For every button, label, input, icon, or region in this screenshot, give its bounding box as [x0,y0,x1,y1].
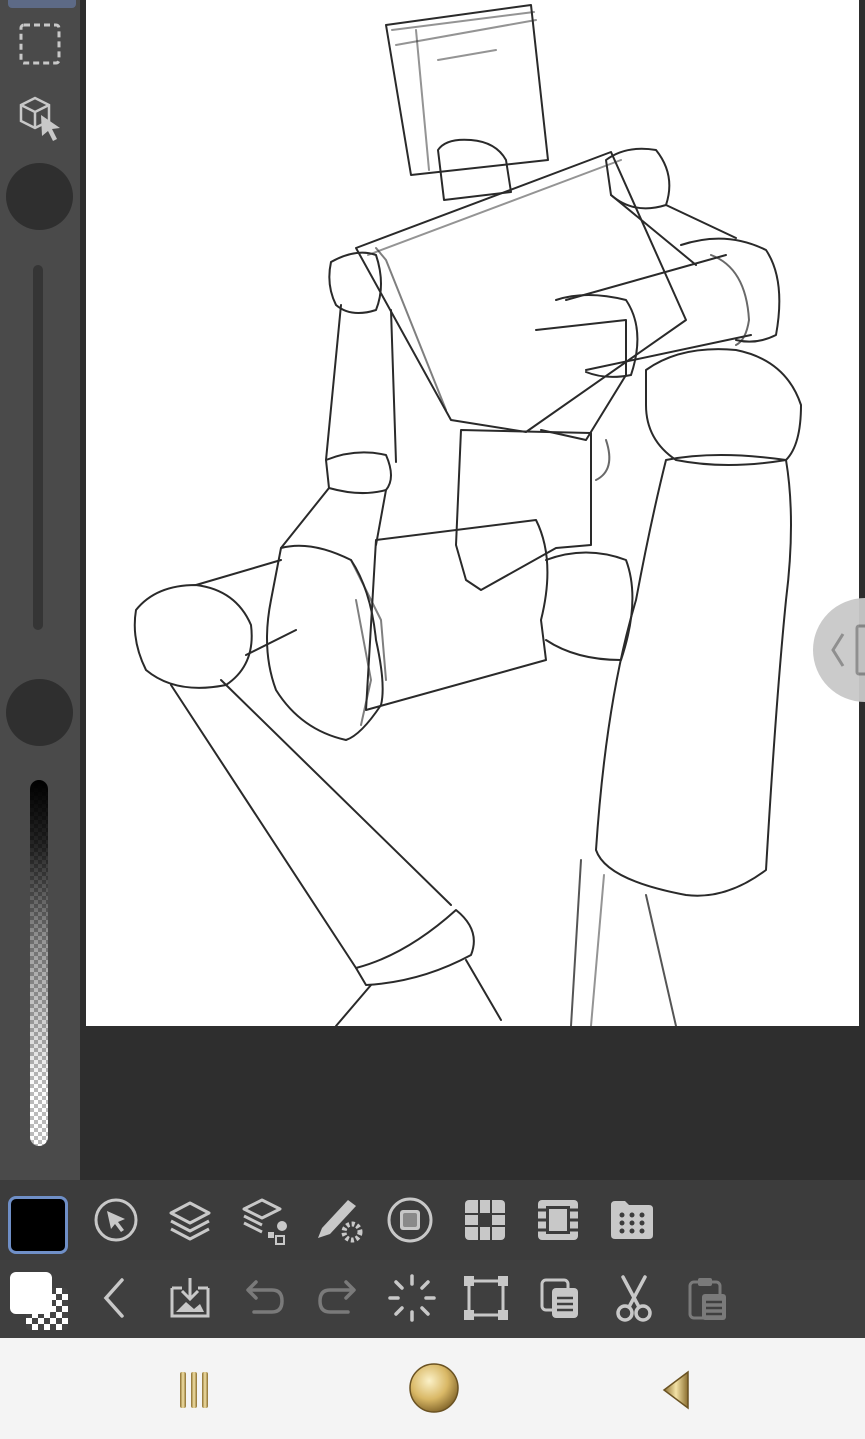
recent-apps-icon [180,1372,208,1408]
scissors-icon [616,1275,652,1322]
sub-color-swatch[interactable] [8,1270,70,1332]
canvas-area[interactable] [80,0,865,1180]
paste-clipboard-icon [688,1278,726,1320]
material-button[interactable] [602,1190,662,1250]
save-button[interactable] [160,1268,220,1328]
pen-gear-icon [318,1200,363,1243]
chevron-left-icon [831,624,865,676]
opacity-knob[interactable] [6,679,73,746]
home-icon [409,1363,459,1413]
loading-spinner-icon [388,1274,436,1322]
back-triangle-icon [662,1370,689,1410]
sub-tool-button[interactable] [86,1190,146,1250]
brush-size-slider[interactable] [33,265,43,630]
layers-icon [169,1201,211,1241]
redo-icon [318,1280,356,1314]
undo-button[interactable] [234,1268,294,1328]
layer-button[interactable] [160,1190,220,1250]
copy-button[interactable] [530,1268,590,1328]
brush-size-knob[interactable] [6,163,73,230]
redo-button[interactable] [308,1268,368,1328]
back-button[interactable] [86,1268,146,1328]
save-image-icon [170,1278,210,1318]
animation-button[interactable] [528,1190,588,1250]
recent-apps-button[interactable] [164,1360,224,1420]
transform-button[interactable] [456,1268,516,1328]
grid-tiles-icon [465,1200,505,1240]
transform-icon [464,1276,508,1320]
system-back-button[interactable] [646,1360,706,1420]
folder-dots-icon [611,1201,653,1239]
copy-icon [540,1278,578,1318]
film-icon [538,1200,578,1240]
subtool-cursor-icon [94,1198,138,1242]
dashed-rect-icon [19,23,61,65]
system-navbar [0,1338,865,1439]
layer-property-button[interactable] [236,1190,296,1250]
color-set-button[interactable] [380,1190,440,1250]
object-tool-button[interactable] [8,86,72,150]
cut-button[interactable] [604,1268,664,1328]
drawing-canvas[interactable] [86,0,859,1026]
opacity-slider[interactable] [30,780,48,1146]
tool-property-button[interactable] [310,1190,370,1250]
cube-cursor-icon [19,96,60,141]
color-circle-icon [387,1197,433,1243]
navigator-button[interactable] [455,1190,515,1250]
sketch-figure [133,4,802,1026]
selection-button[interactable] [382,1268,442,1328]
undo-icon [246,1280,284,1314]
color-swap-icon [10,1272,68,1330]
home-button[interactable] [404,1358,464,1418]
left-toolbar [0,0,80,1180]
layer-property-icon [242,1198,287,1245]
palette-toggle-handle[interactable] [813,598,865,702]
selection-tool-button[interactable] [8,12,72,76]
chevron-left-icon [103,1278,124,1318]
main-color-swatch[interactable] [8,1196,68,1254]
active-tool-indicator [8,0,76,8]
paste-button[interactable] [678,1268,738,1328]
